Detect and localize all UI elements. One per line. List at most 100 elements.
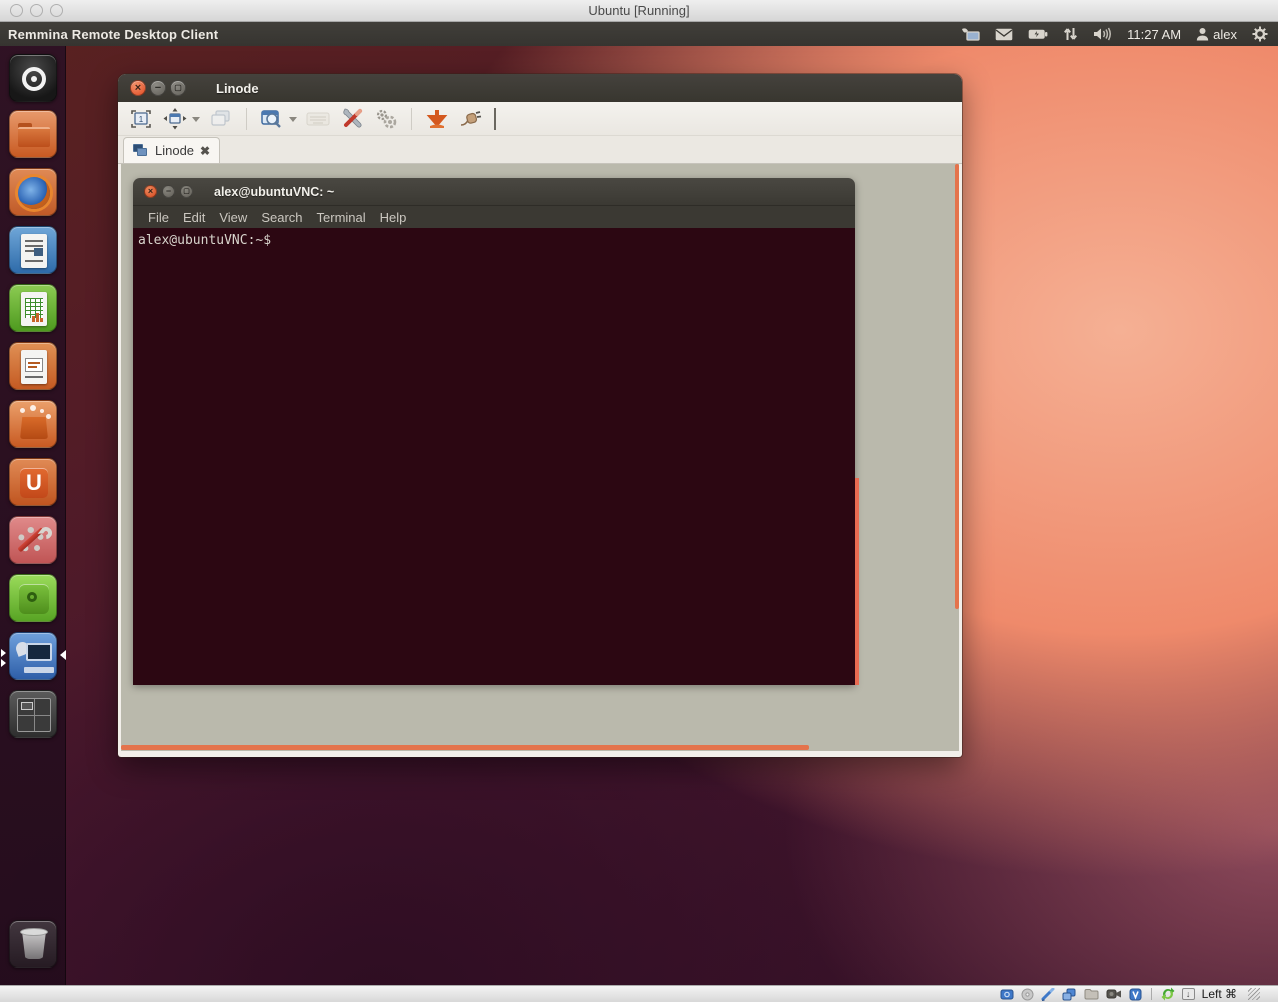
preferences-button[interactable]	[337, 105, 367, 133]
terminal-titlebar[interactable]: × − ▢ alex@ubuntuVNC: ~	[133, 178, 855, 205]
workspace-switcher-icon	[10, 691, 56, 737]
launcher-item-home-folder[interactable]	[9, 110, 57, 158]
remmina-icon	[10, 633, 56, 679]
fit-window-dropdown-icon[interactable]	[192, 117, 200, 126]
clock-indicator[interactable]: 11:27 AM	[1127, 27, 1181, 42]
battery-icon[interactable]	[1028, 28, 1048, 40]
network-traffic-arrows-icon[interactable]	[1063, 27, 1078, 41]
tab-linode[interactable]: Linode ✖	[123, 137, 220, 163]
network-adapters-icon[interactable]	[1041, 988, 1055, 1001]
remmina-titlebar[interactable]: × − ▢ Linode	[118, 74, 962, 102]
virtualbox-statusbar: ↓ Left ⌘	[0, 985, 1278, 1002]
fullscreen-button[interactable]: 1	[126, 105, 156, 133]
shell-prompt: alex@ubuntuVNC:~$	[138, 233, 271, 248]
launcher-item-libreoffice-writer[interactable]	[9, 226, 57, 274]
terminal-menubar: File Edit View Search Terminal Help	[133, 205, 855, 228]
remmina-tabstrip: Linode ✖	[118, 136, 962, 164]
ubuntu-software-green-icon	[10, 575, 56, 621]
shared-folders-icon[interactable]	[1084, 988, 1099, 1000]
libreoffice-impress-icon	[10, 343, 56, 389]
dash-home-icon	[10, 55, 56, 101]
menu-edit[interactable]: Edit	[176, 210, 212, 225]
window-maximize-button[interactable]: ▢	[170, 80, 186, 96]
toolbar-separator	[246, 108, 247, 130]
home-folder-icon	[10, 111, 56, 157]
session-gear-icon[interactable]	[1252, 26, 1268, 42]
remote-terminal-window[interactable]: × − ▢ alex@ubuntuVNC: ~ File Edit View S…	[133, 178, 855, 685]
messages-envelope-icon[interactable]	[995, 28, 1013, 41]
usb-devices-icon[interactable]	[1062, 988, 1077, 1001]
terminal-content[interactable]: alex@ubuntuVNC:~$	[133, 228, 855, 685]
indicator-area: 11:27 AM alex	[960, 26, 1278, 42]
fit-window-button[interactable]	[160, 105, 190, 133]
remmina-applet-icon[interactable]	[960, 27, 980, 42]
username-label: alex	[1213, 27, 1237, 42]
disconnect-button[interactable]	[456, 105, 486, 133]
statusbar-separator	[1151, 988, 1152, 1000]
minimize-window-button[interactable]	[422, 105, 452, 133]
terminal-maximize-button[interactable]: ▢	[180, 185, 193, 198]
system-settings-icon	[10, 517, 56, 563]
viewport-horizontal-scrollbar[interactable]	[121, 745, 809, 750]
unity-launcher: U	[0, 46, 66, 985]
menu-search[interactable]: Search	[254, 210, 309, 225]
remmina-window: × − ▢ Linode 1	[118, 74, 962, 757]
terminal-scrollbar[interactable]	[855, 478, 859, 685]
window-minimize-button[interactable]: −	[150, 80, 166, 96]
launcher-item-firefox[interactable]	[9, 168, 57, 216]
remmina-toolbar: 1	[118, 102, 962, 136]
macos-window-controls[interactable]	[10, 4, 63, 17]
menu-file[interactable]: File	[141, 210, 176, 225]
launcher-item-dash-home[interactable]	[9, 54, 57, 102]
launcher-item-libreoffice-impress[interactable]	[9, 342, 57, 390]
macos-close-button[interactable]	[10, 4, 23, 17]
libreoffice-calc-icon	[10, 285, 56, 331]
tab-connection-icon	[133, 144, 149, 157]
macos-zoom-button[interactable]	[50, 4, 63, 17]
resize-grip[interactable]	[1248, 988, 1260, 1000]
launcher-item-ubuntu-software-green[interactable]	[9, 574, 57, 622]
menu-view[interactable]: View	[212, 210, 254, 225]
focused-indicator-arrow	[55, 650, 66, 660]
user-menu[interactable]: alex	[1196, 27, 1237, 42]
firefox-icon	[10, 169, 56, 215]
launcher-item-ubuntu-one[interactable]: U	[9, 458, 57, 506]
vm-window-title: Ubuntu [Running]	[0, 3, 1278, 18]
hard-disks-icon[interactable]	[1000, 988, 1014, 1001]
scaled-mode-button[interactable]	[257, 105, 287, 133]
libreoffice-writer-icon	[10, 227, 56, 273]
tools-button[interactable]	[371, 105, 401, 133]
switch-tab-pages-button[interactable]	[206, 105, 236, 133]
tab-close-icon[interactable]: ✖	[200, 144, 210, 158]
software-center-icon	[10, 401, 56, 447]
panel-app-title: Remmina Remote Desktop Client	[0, 27, 218, 42]
terminal-close-button[interactable]: ×	[144, 185, 157, 198]
vbox-features-icon[interactable]	[1129, 988, 1142, 1001]
launcher-item-system-settings[interactable]	[9, 516, 57, 564]
remmina-window-title: Linode	[216, 81, 259, 96]
grab-keyboard-button[interactable]	[303, 105, 333, 133]
running-indicator-arrows	[1, 647, 10, 669]
launcher-item-ubuntu-software-center[interactable]	[9, 400, 57, 448]
host-key-state-icon[interactable]: ↓	[1182, 988, 1195, 1000]
sound-volume-icon[interactable]	[1093, 27, 1112, 41]
launcher-item-libreoffice-calc[interactable]	[9, 284, 57, 332]
scaled-mode-dropdown-icon[interactable]	[289, 117, 297, 126]
macos-titlebar: Ubuntu [Running]	[0, 0, 1278, 22]
remote-desktop-viewport[interactable]: × − ▢ alex@ubuntuVNC: ~ File Edit View S…	[121, 164, 959, 751]
menu-help[interactable]: Help	[373, 210, 414, 225]
launcher-item-remmina[interactable]	[9, 632, 57, 680]
terminal-title: alex@ubuntuVNC: ~	[214, 185, 334, 199]
macos-minimize-button[interactable]	[30, 4, 43, 17]
launcher-item-workspace-switcher[interactable]	[9, 690, 57, 738]
menu-terminal[interactable]: Terminal	[310, 210, 373, 225]
mouse-integration-icon[interactable]	[1161, 987, 1175, 1001]
window-close-button[interactable]: ×	[130, 80, 146, 96]
optical-drives-icon[interactable]	[1021, 988, 1034, 1001]
launcher-item-trash[interactable]	[9, 920, 57, 968]
trash-icon	[10, 921, 56, 967]
ubuntu-top-panel: Remmina Remote Desktop Client 11:27 AM a…	[0, 22, 1278, 46]
viewport-vertical-scrollbar[interactable]	[955, 164, 959, 609]
terminal-minimize-button[interactable]: −	[162, 185, 175, 198]
display-icon[interactable]	[1106, 988, 1122, 1000]
